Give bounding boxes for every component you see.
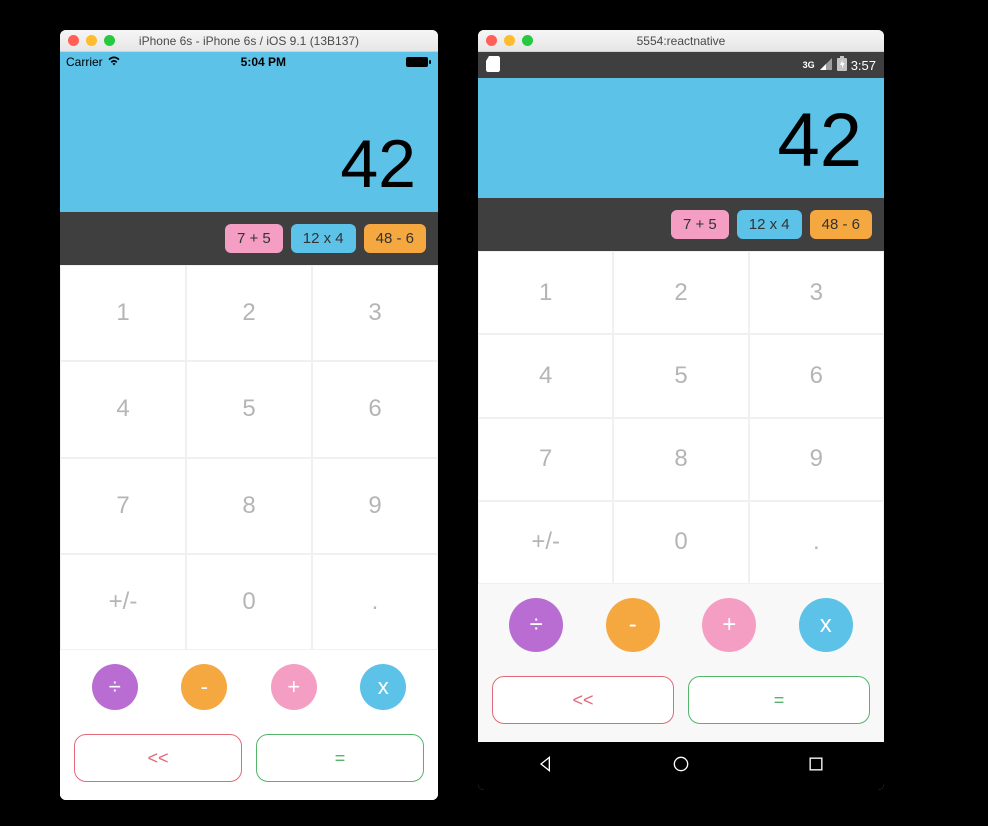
- key-0[interactable]: 0: [613, 501, 748, 584]
- key-0[interactable]: 0: [186, 554, 312, 650]
- keypad: 1 2 3 4 5 6 7 8 9 +/- 0 . ÷ - + x << =: [60, 265, 438, 800]
- nav-recent-icon[interactable]: [806, 754, 826, 779]
- key-1[interactable]: 1: [478, 251, 613, 334]
- android-emulator-window: 5554:reactnative 3G 3:57 42 7 + 5 12 x 4…: [478, 30, 884, 790]
- android-window-titlebar: 5554:reactnative: [478, 30, 884, 52]
- op-subtract[interactable]: -: [181, 664, 227, 710]
- close-icon[interactable]: [68, 35, 79, 46]
- close-icon[interactable]: [486, 35, 497, 46]
- op-divide[interactable]: ÷: [92, 664, 138, 710]
- android-nav-bar: [478, 742, 884, 790]
- key-5[interactable]: 5: [613, 334, 748, 417]
- carrier-label: Carrier: [66, 55, 103, 69]
- key-4[interactable]: 4: [60, 361, 186, 457]
- history-row: 7 + 5 12 x 4 48 - 6: [60, 212, 438, 265]
- ios-status-time: 5:04 PM: [241, 55, 286, 69]
- key-decimal[interactable]: .: [312, 554, 438, 650]
- battery-icon: [406, 56, 432, 68]
- ios-window-titlebar: iPhone 6s - iPhone 6s / iOS 9.1 (13B137): [60, 30, 438, 52]
- op-add[interactable]: +: [271, 664, 317, 710]
- ios-window-title: iPhone 6s - iPhone 6s / iOS 9.1 (13B137): [60, 34, 438, 48]
- android-status-time: 3:57: [851, 58, 876, 73]
- minimize-icon[interactable]: [504, 35, 515, 46]
- nav-home-icon[interactable]: [671, 754, 691, 779]
- key-3[interactable]: 3: [312, 265, 438, 361]
- equals-button[interactable]: =: [256, 734, 424, 782]
- battery-icon: [837, 56, 847, 74]
- key-8[interactable]: 8: [613, 418, 748, 501]
- history-chip[interactable]: 7 + 5: [225, 224, 283, 253]
- window-controls: [68, 35, 115, 46]
- key-7[interactable]: 7: [60, 458, 186, 554]
- signal-icon: [819, 57, 833, 74]
- key-7[interactable]: 7: [478, 418, 613, 501]
- android-status-bar: 3G 3:57: [478, 52, 884, 78]
- op-divide[interactable]: ÷: [509, 598, 563, 652]
- operators-row: ÷ - + x: [60, 650, 438, 724]
- keypad: 1 2 3 4 5 6 7 8 9 +/- 0 . ÷ - + x << =: [478, 251, 884, 742]
- android-window-title: 5554:reactnative: [478, 34, 884, 48]
- key-8[interactable]: 8: [186, 458, 312, 554]
- wifi-icon: [107, 55, 121, 69]
- ios-simulator-window: iPhone 6s - iPhone 6s / iOS 9.1 (13B137)…: [60, 30, 438, 800]
- operators-row: ÷ - + x: [478, 584, 884, 666]
- key-9[interactable]: 9: [749, 418, 884, 501]
- op-multiply[interactable]: x: [799, 598, 853, 652]
- history-row: 7 + 5 12 x 4 48 - 6: [478, 198, 884, 251]
- history-chip[interactable]: 12 x 4: [291, 224, 356, 253]
- key-2[interactable]: 2: [186, 265, 312, 361]
- backspace-button[interactable]: <<: [74, 734, 242, 782]
- number-grid: 1 2 3 4 5 6 7 8 9 +/- 0 .: [60, 265, 438, 650]
- ios-status-bar: Carrier 5:04 PM: [60, 52, 438, 72]
- calculator-display: 42: [60, 72, 438, 212]
- key-9[interactable]: 9: [312, 458, 438, 554]
- key-4[interactable]: 4: [478, 334, 613, 417]
- zoom-icon[interactable]: [104, 35, 115, 46]
- key-2[interactable]: 2: [613, 251, 748, 334]
- display-value: 42: [340, 130, 416, 198]
- actions-row: << =: [60, 724, 438, 800]
- key-decimal[interactable]: .: [749, 501, 884, 584]
- key-6[interactable]: 6: [312, 361, 438, 457]
- equals-button[interactable]: =: [688, 676, 870, 724]
- key-1[interactable]: 1: [60, 265, 186, 361]
- key-plusminus[interactable]: +/-: [478, 501, 613, 584]
- calculator-display: 42: [478, 78, 884, 198]
- minimize-icon[interactable]: [86, 35, 97, 46]
- key-plusminus[interactable]: +/-: [60, 554, 186, 650]
- key-3[interactable]: 3: [749, 251, 884, 334]
- nav-back-icon[interactable]: [536, 754, 556, 779]
- op-add[interactable]: +: [702, 598, 756, 652]
- history-chip[interactable]: 48 - 6: [810, 210, 872, 239]
- network-label: 3G: [803, 60, 815, 70]
- op-subtract[interactable]: -: [606, 598, 660, 652]
- display-value: 42: [777, 103, 862, 179]
- key-5[interactable]: 5: [186, 361, 312, 457]
- history-chip[interactable]: 7 + 5: [671, 210, 729, 239]
- number-grid: 1 2 3 4 5 6 7 8 9 +/- 0 .: [478, 251, 884, 584]
- zoom-icon[interactable]: [522, 35, 533, 46]
- sd-card-icon: [486, 56, 500, 75]
- key-6[interactable]: 6: [749, 334, 884, 417]
- window-controls: [486, 35, 533, 46]
- actions-row: << =: [478, 666, 884, 742]
- op-multiply[interactable]: x: [360, 664, 406, 710]
- history-chip[interactable]: 12 x 4: [737, 210, 802, 239]
- history-chip[interactable]: 48 - 6: [364, 224, 426, 253]
- backspace-button[interactable]: <<: [492, 676, 674, 724]
